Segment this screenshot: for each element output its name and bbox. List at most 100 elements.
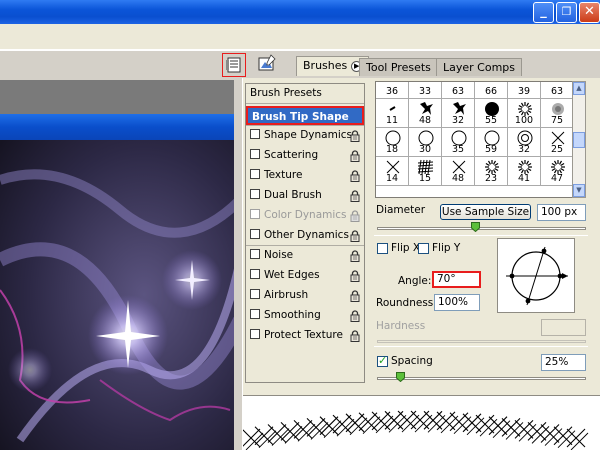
restore-button[interactable]: ❐ xyxy=(556,2,577,23)
brush-tip-cell[interactable]: 75 xyxy=(541,99,574,128)
use-sample-size-button[interactable]: Use Sample Size xyxy=(440,204,531,220)
settings-item-smoothing[interactable]: Smoothing xyxy=(246,306,364,325)
brush-tip-cell[interactable]: 66 xyxy=(475,82,508,99)
brush-tip-size: 63 xyxy=(451,86,465,97)
diameter-input[interactable]: 100 px xyxy=(537,204,586,221)
settings-checkbox xyxy=(250,209,260,219)
document-title-bar[interactable] xyxy=(0,114,240,140)
settings-item-dual-brush[interactable]: Dual Brush xyxy=(246,186,364,205)
brush-tip-cell[interactable]: 18 xyxy=(376,128,409,157)
brush-tip-cell[interactable]: 33 xyxy=(409,82,442,99)
brush-tip-cell[interactable]: 15 xyxy=(409,157,442,186)
settings-item-scattering[interactable]: Scattering xyxy=(246,146,364,165)
settings-item-airbrush[interactable]: Airbrush xyxy=(246,286,364,305)
brush-tip-cell[interactable]: 35 xyxy=(442,128,475,157)
tab-tool-presets[interactable]: Tool Presets xyxy=(359,58,438,76)
settings-checkbox[interactable] xyxy=(250,129,260,139)
lock-icon[interactable] xyxy=(350,130,360,142)
spacing-input[interactable]: 25% xyxy=(541,354,586,371)
file-browser-button[interactable] xyxy=(255,53,279,77)
brush-tip-size: 18 xyxy=(385,144,399,155)
settings-checkbox[interactable] xyxy=(250,309,260,319)
settings-item-shape-dynamics[interactable]: Shape Dynamics xyxy=(246,126,364,145)
brush-tip-cell[interactable]: 14 xyxy=(376,157,409,186)
brush-tip-cell[interactable]: 59 xyxy=(475,128,508,157)
scroll-up-button[interactable]: ▲ xyxy=(573,82,585,95)
lock-icon[interactable] xyxy=(350,190,360,202)
settings-checkbox[interactable] xyxy=(250,149,260,159)
stroke-preview-image xyxy=(243,410,589,450)
flip-y-checkbox[interactable] xyxy=(418,243,429,254)
lock-icon[interactable] xyxy=(350,170,360,182)
lock-icon[interactable] xyxy=(350,310,360,322)
angle-roundness-widget[interactable] xyxy=(497,238,575,313)
scroll-thumb[interactable] xyxy=(573,132,585,148)
brush-tip-cell[interactable]: 100 xyxy=(508,99,541,128)
settings-checkbox[interactable] xyxy=(250,169,260,179)
minimize-button[interactable]: _ xyxy=(533,2,554,23)
brush-tip-cell[interactable]: 25 xyxy=(541,128,574,157)
settings-item-brush-tip-shape[interactable]: Brush Tip Shape xyxy=(246,106,364,125)
tab-brushes-label: Brushes xyxy=(303,59,348,72)
brush-tip-cell[interactable]: 39 xyxy=(508,82,541,99)
brush-tip-cell[interactable]: 48 xyxy=(409,99,442,128)
roundness-input[interactable]: 100% xyxy=(434,294,480,311)
brush-tip-cell[interactable]: 48 xyxy=(442,157,475,186)
flip-x-checkbox[interactable] xyxy=(377,243,388,254)
brush-tip-cell[interactable]: 32 xyxy=(508,128,541,157)
close-button[interactable]: ✕ xyxy=(579,2,600,23)
brush-tip-cell[interactable]: 41 xyxy=(508,157,541,186)
lock-icon[interactable] xyxy=(350,250,360,262)
settings-checkbox[interactable] xyxy=(250,189,260,199)
settings-item-wet-edges[interactable]: Wet Edges xyxy=(246,266,364,285)
settings-checkbox[interactable] xyxy=(250,329,260,339)
settings-checkbox[interactable] xyxy=(250,269,260,279)
diameter-slider[interactable] xyxy=(377,227,586,230)
settings-checkbox[interactable] xyxy=(250,229,260,239)
spacing-slider-knob[interactable] xyxy=(395,372,405,382)
settings-checkbox[interactable] xyxy=(250,249,260,259)
diameter-slider-knob[interactable] xyxy=(471,222,481,232)
settings-item-noise[interactable]: Noise xyxy=(246,246,364,265)
settings-item-label: Protect Texture xyxy=(264,329,343,341)
brush-tip-size: 66 xyxy=(484,86,498,97)
spacing-checkbox[interactable] xyxy=(377,354,388,367)
lock-icon[interactable] xyxy=(350,210,360,222)
settings-item-texture[interactable]: Texture xyxy=(246,166,364,185)
spacing-slider[interactable] xyxy=(377,377,586,380)
brush-tip-size: 63 xyxy=(550,86,564,97)
title-bar: _ ❐ ✕ xyxy=(0,0,600,24)
settings-item-other-dynamics[interactable]: Other Dynamics xyxy=(246,226,364,245)
brush-tip-cell[interactable]: 32 xyxy=(442,99,475,128)
lock-icon[interactable] xyxy=(350,330,360,342)
brush-grid-scrollbar[interactable]: ▲ ▼ xyxy=(572,81,586,198)
document-background xyxy=(0,80,240,114)
lock-icon[interactable] xyxy=(350,230,360,242)
brush-tip-size: 30 xyxy=(418,144,432,155)
settings-item-label: Shape Dynamics xyxy=(264,129,352,141)
settings-checkbox[interactable] xyxy=(250,289,260,299)
lock-icon[interactable] xyxy=(350,270,360,282)
brush-tip-cell[interactable]: 47 xyxy=(541,157,574,186)
image-canvas[interactable] xyxy=(0,140,240,450)
diameter-label: Diameter xyxy=(376,204,426,216)
brush-tip-cell[interactable]: 36 xyxy=(376,82,409,99)
lock-icon[interactable] xyxy=(350,150,360,162)
brush-presets-item[interactable]: Brush Presets xyxy=(246,84,364,103)
tab-layer-comps[interactable]: Layer Comps xyxy=(436,58,523,76)
scroll-down-button[interactable]: ▼ xyxy=(573,184,585,197)
brush-tip-size: 59 xyxy=(484,144,498,155)
angle-input[interactable]: 70° xyxy=(432,271,481,288)
brush-tip-cell[interactable]: 55 xyxy=(475,99,508,128)
settings-item-label: Dual Brush xyxy=(264,189,322,201)
brush-tip-cell[interactable]: 30 xyxy=(409,128,442,157)
brush-tip-cell[interactable]: 11 xyxy=(376,99,409,128)
brush-tip-cell[interactable]: 63 xyxy=(541,82,574,99)
toggle-brushes-palette-button[interactable] xyxy=(222,53,246,77)
brush-tip-size: 100 xyxy=(514,115,534,126)
brush-tip-cell[interactable]: 63 xyxy=(442,82,475,99)
settings-item-protect-texture[interactable]: Protect Texture xyxy=(246,326,364,345)
brush-tip-cell[interactable]: 23 xyxy=(475,157,508,186)
brushes-palette-icon xyxy=(226,57,241,73)
lock-icon[interactable] xyxy=(350,290,360,302)
